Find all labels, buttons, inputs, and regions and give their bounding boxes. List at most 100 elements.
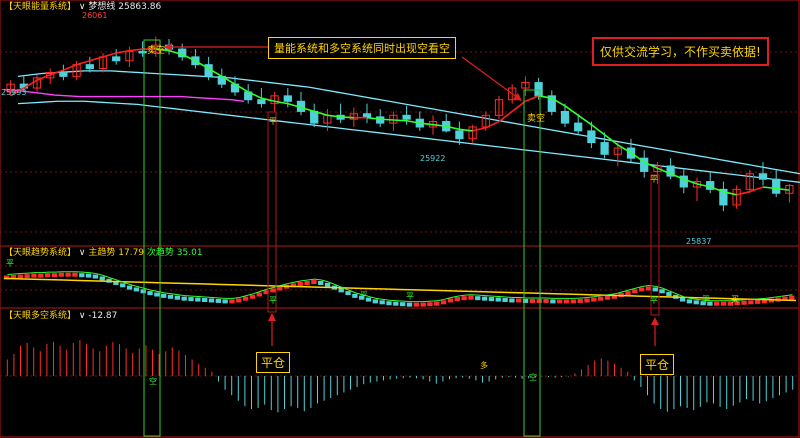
trend-block [345, 291, 351, 296]
trend-block [659, 289, 665, 294]
trend-block [638, 287, 645, 292]
trend-block [584, 298, 590, 303]
trend-block [338, 288, 344, 293]
trend-panel-dropdown[interactable]: ∨ [79, 248, 86, 258]
fast-ma-segment [498, 110, 513, 123]
trend-block [570, 299, 577, 304]
trend-block [161, 293, 167, 298]
candle [494, 95, 504, 120]
trend-block [693, 300, 699, 305]
trend-block [352, 293, 358, 298]
trend-block [502, 298, 508, 303]
trend-block [604, 295, 611, 300]
trend-panel-header: 【天眼趋势系统】 ∨ 主趋势 17.79 次趋势 35.01 [4, 248, 203, 259]
trend-block [242, 296, 249, 301]
longshort-panel-title[interactable]: 【天眼多空系统】 [4, 311, 76, 321]
longshort-panel-dropdown[interactable]: ∨ [79, 311, 86, 321]
trend-block [236, 298, 242, 303]
close-frame-1 [267, 111, 277, 313]
close-position-label-2: 平仓 [640, 354, 675, 375]
trend-block [379, 300, 385, 305]
buy-marker-trend: 买 [731, 295, 739, 304]
trend-block [577, 298, 583, 303]
trend-block [748, 300, 754, 305]
trend-block [126, 285, 133, 290]
fast-ma-segment [393, 119, 407, 122]
fast-ma-segment [129, 48, 143, 52]
trend-block [65, 272, 71, 277]
trend-block [406, 302, 413, 307]
trend-block [270, 288, 276, 293]
trend-block [509, 298, 515, 303]
fast-ma-segment [511, 100, 526, 113]
candle [521, 76, 530, 96]
flat-marker-2: 平 [650, 175, 658, 184]
candle [310, 103, 319, 127]
energy-panel-title[interactable]: 【天眼能量系统】 [4, 2, 76, 12]
trend-block [420, 302, 426, 307]
trend-panel-title[interactable]: 【天眼趋势系统】 [4, 248, 76, 258]
many-marker-ls: 多 [480, 360, 488, 370]
trend-block [536, 298, 542, 303]
candle [468, 124, 477, 143]
trend-block [468, 295, 474, 300]
trend-block [427, 302, 433, 307]
trend-block [393, 301, 399, 306]
trend-block [277, 286, 283, 291]
energy-value: 25863.86 [118, 2, 162, 12]
candle [178, 43, 187, 61]
trend-block [495, 297, 501, 302]
trend-block [591, 297, 597, 302]
candle [719, 181, 728, 212]
sell-marker-2: 卖空 [527, 112, 545, 124]
longshort-value: -12.87 [88, 311, 118, 321]
trend-block [249, 294, 256, 299]
trend-block [447, 298, 454, 303]
fast-ma-segment [63, 63, 77, 71]
trend-block [714, 301, 720, 306]
flat-marker-trend-6: 平 [702, 295, 710, 304]
trend-block [140, 289, 146, 294]
trend-block [755, 299, 761, 304]
longshort-panel-header: 【天眼多空系统】 ∨ -12.87 [4, 311, 117, 322]
candle [296, 91, 306, 116]
candle [415, 111, 424, 131]
trend-block [563, 299, 570, 304]
trend-block [741, 300, 747, 305]
trend-block [516, 298, 522, 303]
candle [362, 103, 372, 124]
trend-block [92, 274, 99, 279]
band-lower-line [17, 100, 800, 183]
fast-ma-segment [76, 59, 91, 66]
candle [389, 111, 398, 131]
trend-block [400, 302, 406, 307]
fast-ma-segment [102, 52, 117, 58]
trend-block [44, 273, 51, 278]
trend-sub-label: 次趋势 [146, 248, 174, 258]
trend-block [543, 298, 549, 303]
trend-block [202, 298, 208, 303]
flat-marker-trend-2: 平 [269, 296, 277, 305]
trend-block [481, 296, 488, 301]
candle [692, 177, 702, 202]
flat-marker-trend-4: 平 [406, 292, 414, 301]
energy-panel-dropdown[interactable]: ∨ [79, 2, 86, 12]
trend-block [99, 276, 105, 281]
trend-block [38, 273, 44, 278]
signal-highlight-box-2 [523, 89, 541, 437]
candle [732, 185, 741, 209]
flat-marker-trend-3: 平 [360, 291, 368, 300]
trend-block [434, 301, 440, 306]
candle [666, 158, 675, 180]
trend-block [666, 292, 672, 297]
trend-block [24, 274, 30, 279]
fast-ma-segment [525, 95, 539, 103]
trend-block [256, 292, 262, 297]
magenta-band-line [3, 88, 245, 102]
trend-block [297, 281, 303, 286]
close-arrow-2 [651, 317, 659, 346]
candle [376, 109, 385, 127]
price-label-left: 25993 [1, 88, 26, 97]
sell-marker-1: 卖空 [147, 44, 165, 56]
candle [772, 169, 781, 198]
